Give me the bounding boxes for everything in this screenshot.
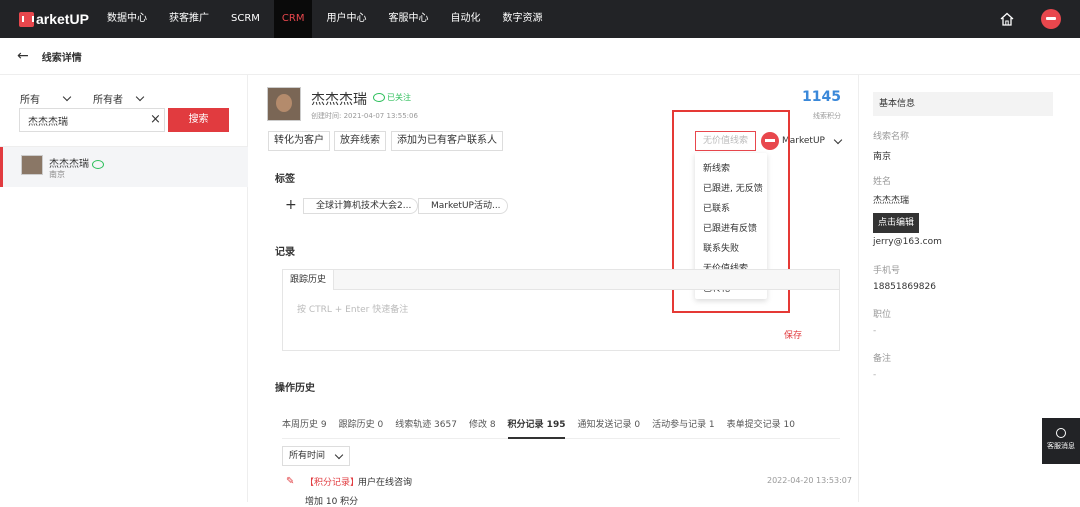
search-input[interactable] <box>19 108 165 132</box>
owner-filter[interactable]: 所有者 <box>93 91 145 106</box>
tab-points-records[interactable]: 积分记录 195 <box>507 413 566 439</box>
tab-activity-records[interactable]: 活动参与记录 1 <box>652 413 715 438</box>
field-value[interactable]: 18851869826 <box>873 282 936 292</box>
tab-week-history[interactable]: 本周历史 9 <box>282 413 327 438</box>
field-label: 职位 <box>873 310 892 320</box>
wechat-icon <box>92 159 104 169</box>
lead-item-name: 杰杰杰瑞 <box>49 155 104 170</box>
search-button[interactable]: 搜索 <box>168 108 229 132</box>
nav-item-user-center[interactable]: 用户中心 <box>318 0 374 38</box>
nav-item-service-center[interactable]: 客服中心 <box>380 0 436 38</box>
logo-text: arketUP <box>36 11 89 27</box>
time-filter-label: 所有时间 <box>289 451 326 461</box>
tag-chip[interactable]: 全球计算机技术大会2... <box>303 198 419 214</box>
basic-info-heading: 基本信息 <box>873 92 1053 116</box>
field-value[interactable]: 杰杰杰瑞 <box>873 193 909 206</box>
created-time: 创建时间: 2021-04-07 13:55:06 <box>311 112 418 120</box>
lead-list-item[interactable]: 杰杰杰瑞 南京 <box>0 147 248 187</box>
add-as-contact-button[interactable]: 添加为已有客户联系人 <box>391 131 503 151</box>
lead-avatar <box>21 155 43 175</box>
field-label: 姓名 <box>873 177 892 187</box>
tab-follow-history[interactable]: 跟踪历史 0 <box>339 413 384 438</box>
nav-item-crm[interactable]: CRM <box>273 0 313 38</box>
lead-profile-avatar <box>267 87 301 121</box>
customer-message-label: 客服消息 <box>1047 442 1075 450</box>
nav-item-acquisition[interactable]: 获客推广 <box>161 0 217 38</box>
notes-tabs: 跟踪历史 <box>283 270 839 290</box>
customer-message-button[interactable]: 客服消息 <box>1042 418 1080 464</box>
field-label: 手机号 <box>873 266 901 276</box>
convert-to-customer-button[interactable]: 转化为客户 <box>268 131 330 151</box>
lead-list-panel: 所有 所有者 × 搜索 杰杰杰瑞 南京 <box>0 75 248 502</box>
nav-item-data-center[interactable]: 数据中心 <box>99 0 155 38</box>
message-icon <box>1056 428 1066 438</box>
ops-history-heading: 操作历史 <box>275 383 315 394</box>
filter-bar: 所有 所有者 <box>20 91 145 106</box>
chevron-down-icon <box>62 92 72 102</box>
ops-history-tabs: 本周历史 9 跟踪历史 0 线索轨迹 3657 修改 8 积分记录 195 通知… <box>282 413 840 439</box>
tab-notification-records[interactable]: 通知发送记录 0 <box>577 413 640 438</box>
home-icon[interactable] <box>1000 12 1014 26</box>
tags-heading: 标签 <box>275 174 295 185</box>
top-navbar: arketUP 数据中心 获客推广 SCRM CRM 用户中心 客服中心 自动化… <box>0 0 1080 38</box>
time-filter-select[interactable]: 所有时间 <box>282 446 350 466</box>
field-label: 备注 <box>873 354 892 364</box>
chevron-down-icon <box>135 92 145 102</box>
field-value[interactable]: 南京 <box>873 149 891 162</box>
scope-filter[interactable]: 所有 <box>20 91 93 106</box>
tab-lead-track[interactable]: 线索轨迹 3657 <box>395 413 457 438</box>
owner-filter-label: 所有者 <box>93 95 123 106</box>
field-value[interactable]: jerry@163.com <box>873 237 942 247</box>
chevron-down-icon <box>334 450 344 460</box>
edit-icon: ✎ <box>286 476 295 487</box>
tag-chip[interactable]: MarketUP活动... <box>418 198 508 214</box>
marketup-logo[interactable]: arketUP <box>19 11 99 27</box>
tab-form-records[interactable]: 表单提交记录 10 <box>727 413 795 438</box>
log-time: 2022-04-20 13:53:07 <box>767 476 852 485</box>
nav-item-digital-resources[interactable]: 数字资源 <box>494 0 550 38</box>
logo-mark-icon <box>19 11 34 27</box>
lead-name: 杰杰杰瑞 <box>311 92 367 108</box>
lead-item-city: 南京 <box>49 170 65 179</box>
abandon-lead-button[interactable]: 放弃线索 <box>334 131 386 151</box>
lead-detail-main: 杰杰杰瑞 已关注 创建时间: 2021-04-07 13:55:06 1145 … <box>249 75 858 507</box>
lead-score: 1145 <box>802 89 841 105</box>
nav-item-automation[interactable]: 自动化 <box>442 0 488 38</box>
scope-filter-label: 所有 <box>20 95 40 106</box>
records-heading: 记录 <box>275 247 295 258</box>
followed-badge: 已关注 <box>373 92 411 103</box>
wechat-icon <box>373 93 385 102</box>
tab-follow-history[interactable]: 跟踪历史 <box>283 270 335 290</box>
chevron-down-icon <box>833 135 843 144</box>
page-title: 线索详情 <box>41 52 82 64</box>
lead-score-label: 线索积分 <box>813 112 841 120</box>
log-detail: 增加 10 积分 <box>305 497 359 507</box>
edit-tooltip: 点击编辑 <box>873 213 920 233</box>
notes-input[interactable]: 按 CTRL + Enter 快速备注 <box>297 302 408 315</box>
sub-header: ← 线索详情 <box>0 38 1080 75</box>
notes-box: 跟踪历史 按 CTRL + Enter 快速备注 保存 <box>282 269 840 351</box>
log-description: 用户在线咨询 <box>358 478 413 488</box>
nav-item-scrm[interactable]: SCRM <box>223 0 268 38</box>
user-avatar[interactable] <box>1041 9 1061 29</box>
back-arrow-icon[interactable]: ← <box>17 48 29 64</box>
clear-icon[interactable]: × <box>150 112 161 127</box>
log-type: 【积分记录】 <box>305 478 360 488</box>
field-label: 线索名称 <box>873 132 910 142</box>
add-tag-icon[interactable]: + <box>285 197 297 213</box>
save-button[interactable]: 保存 <box>784 328 802 341</box>
tab-modifications[interactable]: 修改 8 <box>469 413 496 438</box>
field-value[interactable]: - <box>873 326 876 336</box>
field-value[interactable]: - <box>873 370 876 380</box>
